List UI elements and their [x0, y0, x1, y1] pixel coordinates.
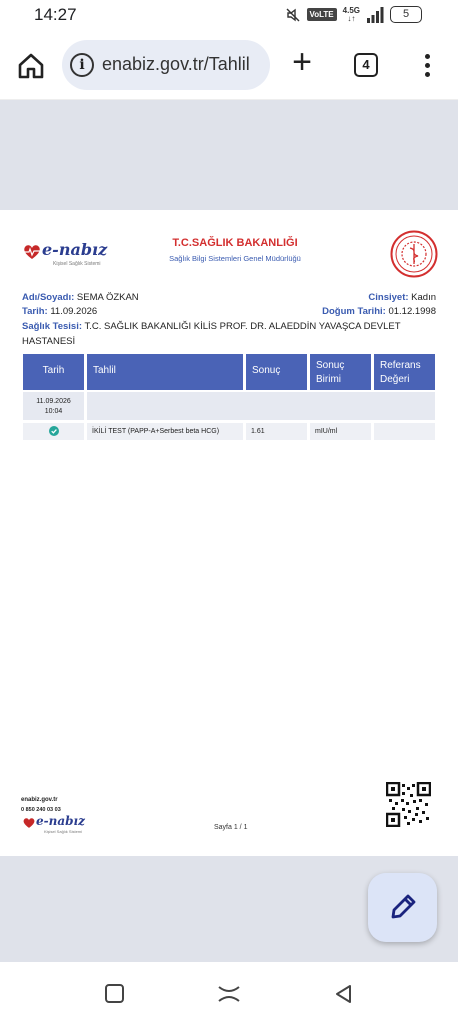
facility-name: T.C. SAĞLIK BAKANLIĞI KİLİS PROF. DR. AL… [84, 321, 401, 332]
facility-row-cont: HASTANESİ [22, 336, 76, 347]
url-text[interactable]: enabiz.gov.tr/Tahlil [102, 54, 250, 75]
footer-logo: e-nabız Kişisel Sağlık Sistemi [22, 814, 92, 836]
site-info-icon[interactable]: i [70, 53, 94, 77]
status-bar: 14:27 VoLTE 4.5G ↓↑ 5 [0, 0, 458, 32]
report-page: e-nabız Kişisel Sağlık Sistemi T.C.SAĞLI… [0, 210, 458, 856]
browser-toolbar: i enabiz.gov.tr/Tahlil + 4 [0, 32, 458, 100]
report-date: 11.09.2026 [50, 306, 98, 317]
footer-phone: 0 850 240 03 03 [21, 807, 61, 813]
facility-row: Sağlık Tesisi: T.C. SAĞLIK BAKANLIĞI KİL… [22, 321, 401, 332]
patient-gender: Kadın [411, 292, 436, 303]
recents-icon[interactable] [104, 983, 126, 1005]
home-icon[interactable] [16, 51, 46, 81]
row-status [23, 423, 84, 440]
edit-fab-button[interactable] [368, 873, 437, 942]
enabiz-logo: e-nabız Kişisel Sağlık Sistemi [22, 240, 112, 270]
pencil-icon [391, 894, 416, 919]
new-tab-button[interactable]: + [287, 45, 317, 79]
patient-name-row: Adı/Soyadı: SEMA ÖZKAN [22, 292, 139, 303]
ministry-subtitle: Sağlık Bilgi Sistemleri Genel Müdürlüğü [169, 254, 301, 263]
row-result: 1.61 [246, 423, 307, 440]
ministry-title: T.C.SAĞLIK BAKANLIĞI [172, 237, 298, 249]
footer-heart-icon [23, 818, 35, 828]
battery-icon: 5 [390, 6, 422, 23]
logo-text: e-nabız [42, 240, 108, 259]
group-date-cell: 11.09.2026 10:04 [23, 392, 84, 420]
menu-icon[interactable] [418, 52, 438, 80]
patient-name: SEMA ÖZKAN [76, 292, 139, 303]
header-test: Tahlil [87, 354, 243, 390]
header-result: Sonuç [246, 354, 307, 390]
volte-badge: VoLTE [306, 8, 337, 21]
back-icon[interactable] [333, 983, 355, 1005]
check-circle-icon [48, 426, 59, 437]
row-test: İKİLİ TEST (PAPP-A+Serbest beta HCG) [87, 423, 243, 440]
birth-date-row: Doğum Tarihi: 01.12.1998 [322, 306, 436, 317]
group-spacer [87, 392, 435, 420]
header-reference: Referans Değeri [374, 354, 435, 390]
footer-site: enabiz.gov.tr [21, 797, 58, 803]
header-unit: Sonuç Birimi [310, 354, 371, 390]
ministry-header: T.C.SAĞLIK BAKANLIĞI Sağlık Bilgi Sistem… [130, 237, 340, 263]
report-date-row: Tarih: 11.09.2026 [22, 306, 98, 317]
network-type: 4.5G ↓↑ [342, 5, 360, 23]
tab-switcher-button[interactable]: 4 [354, 53, 378, 77]
status-time: 14:27 [34, 5, 77, 24]
system-nav-bar [0, 962, 458, 1024]
viewer-background [0, 100, 458, 210]
ministry-seal-icon [390, 230, 438, 278]
status-icons: VoLTE 4.5G ↓↑ 5 [285, 5, 422, 23]
birth-date: 01.12.1998 [388, 306, 436, 317]
page-number: Sayfa 1 / 1 [214, 824, 248, 831]
row-unit: mIU/ml [310, 423, 371, 440]
qr-code-icon [386, 782, 431, 827]
logo-subtitle: Kişisel Sağlık Sistemi [53, 261, 101, 267]
row-reference [374, 423, 435, 440]
signal-icon [367, 6, 384, 23]
patient-gender-row: Cinsiyet: Kadın [368, 292, 436, 303]
mute-icon [286, 8, 299, 21]
home-nav-icon[interactable] [216, 983, 242, 1005]
header-date: Tarih [23, 354, 84, 390]
heart-logo-icon [24, 245, 40, 259]
address-bar[interactable]: i enabiz.gov.tr/Tahlil [62, 40, 270, 90]
